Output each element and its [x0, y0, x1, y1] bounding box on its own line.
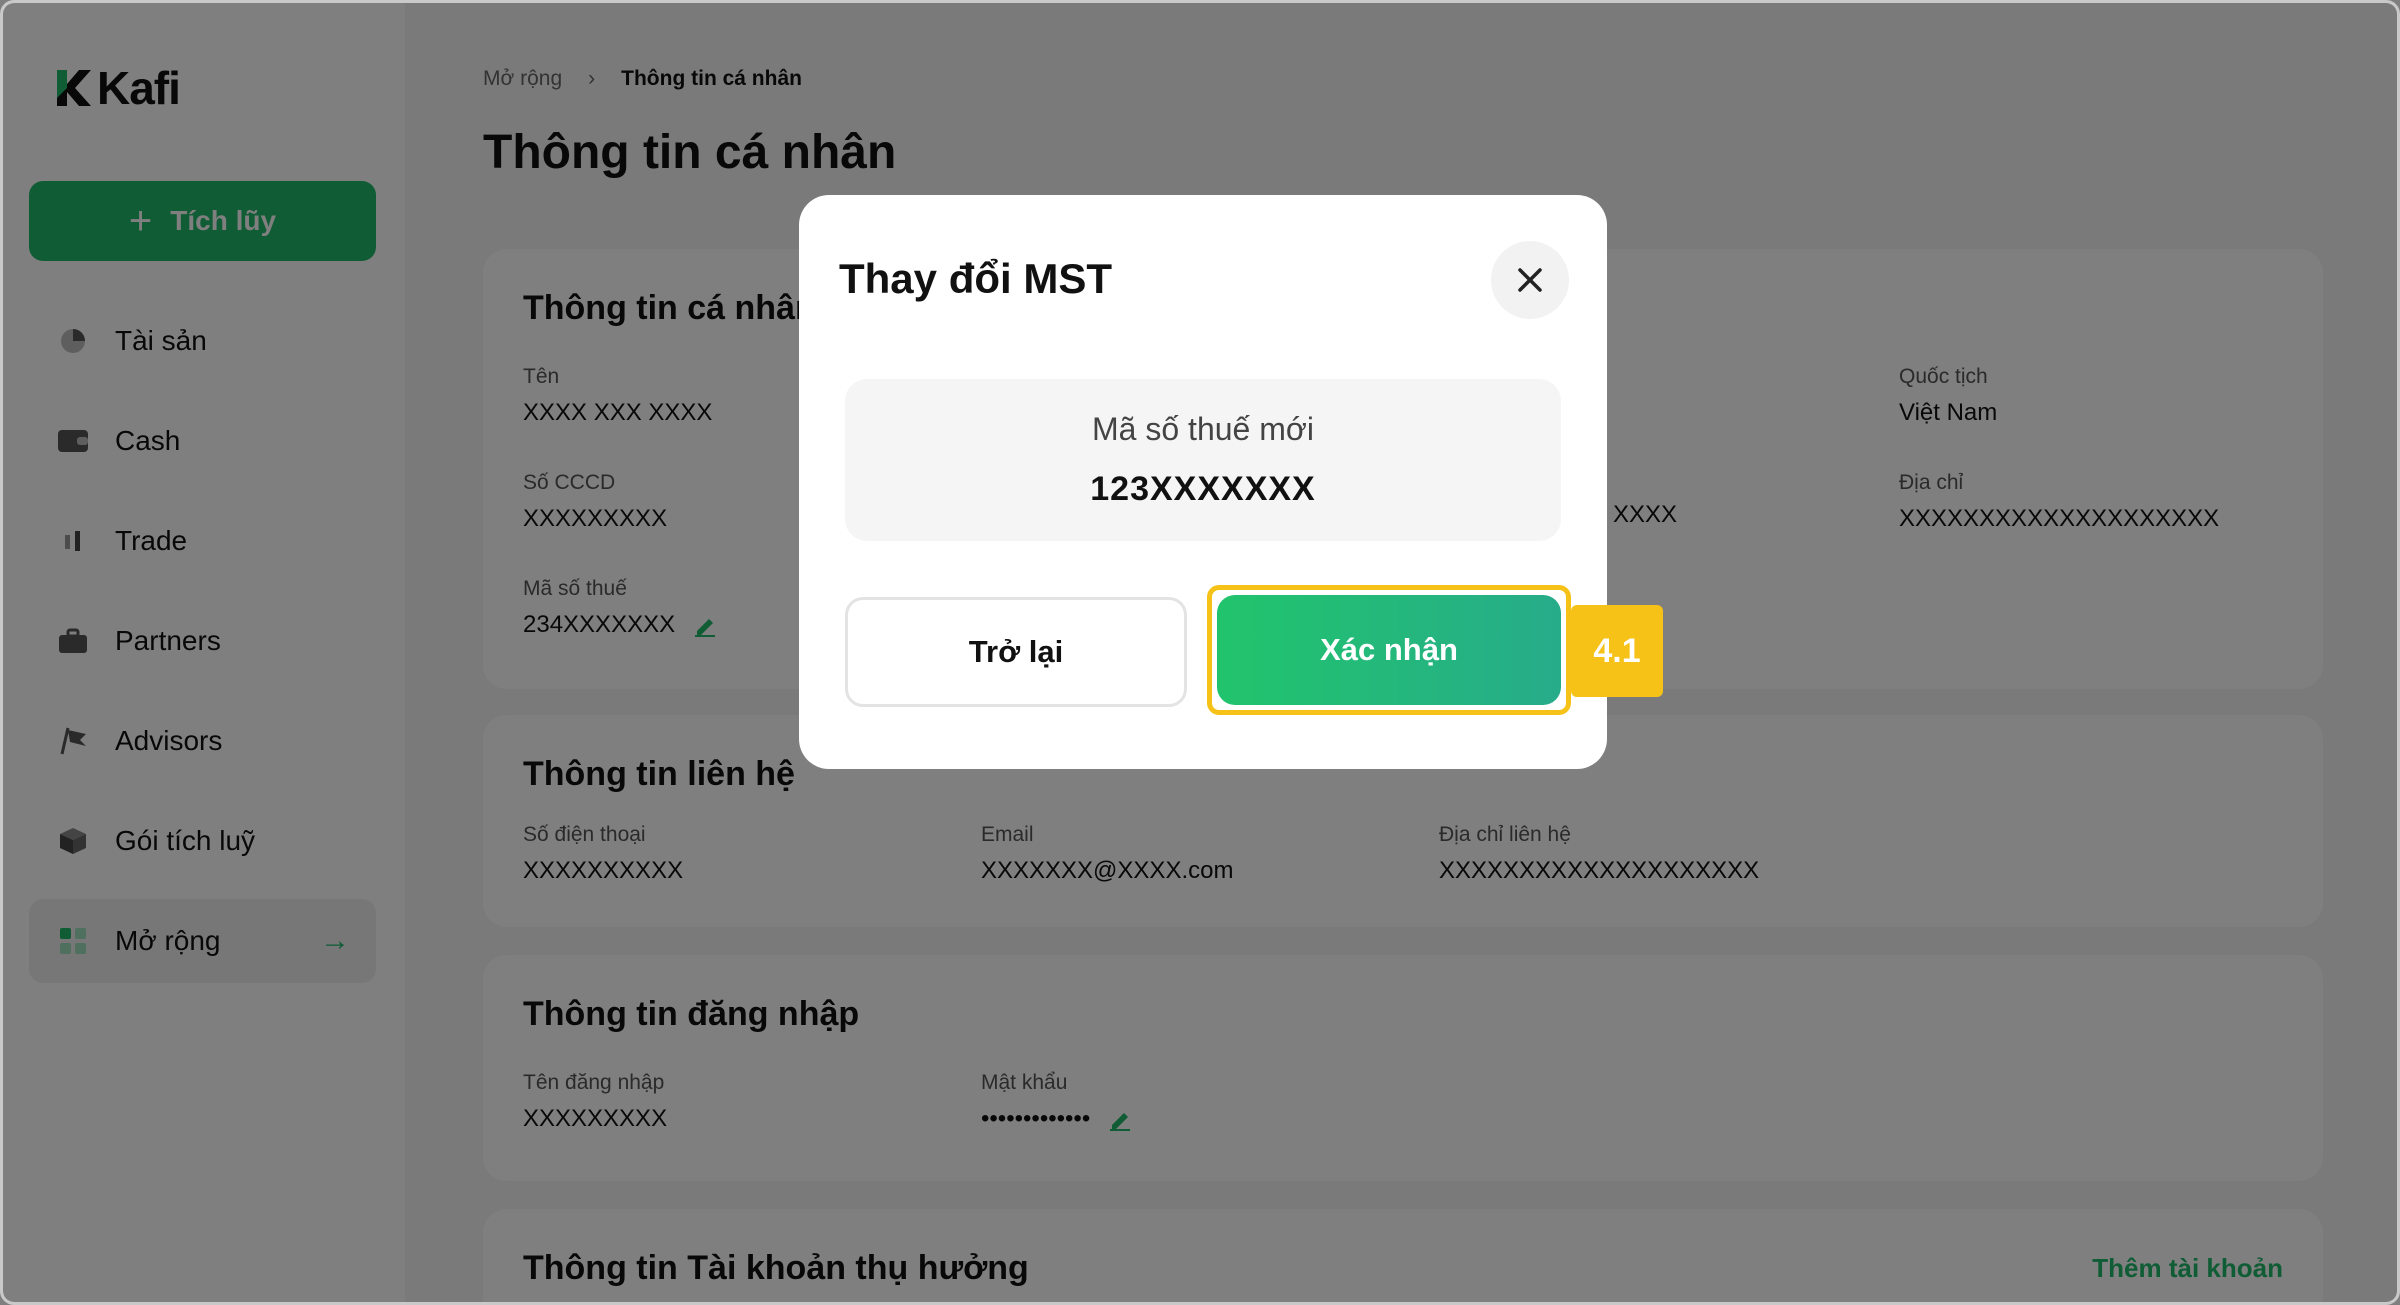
step-badge: 4.1 — [1571, 605, 1663, 697]
close-button[interactable] — [1491, 241, 1569, 319]
app-window: Kafi + Tích lũy Tài sản Cash — [0, 0, 2400, 1305]
confirm-button[interactable]: Xác nhận — [1217, 595, 1561, 705]
new-tax-code-value: 123XXXXXXX — [1090, 470, 1316, 508]
new-tax-code-box: Mã số thuế mới 123XXXXXXX — [845, 379, 1561, 541]
back-button[interactable]: Trở lại — [845, 597, 1187, 707]
new-tax-code-label: Mã số thuế mới — [1092, 411, 1314, 447]
dialog-title: Thay đổi MST — [839, 255, 1112, 302]
change-tax-code-dialog: Thay đổi MST Mã số thuế mới 123XXXXXXX T… — [799, 195, 1607, 769]
close-icon — [1518, 268, 1542, 292]
